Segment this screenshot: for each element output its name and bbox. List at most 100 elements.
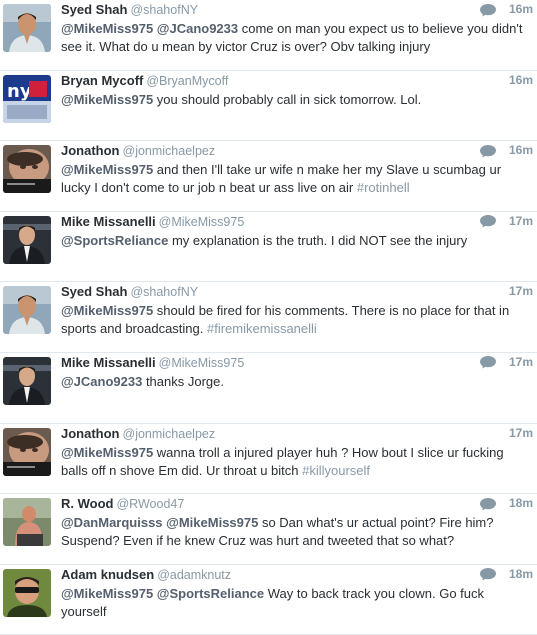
avatar[interactable] [3, 4, 51, 52]
timestamp[interactable]: 18m [509, 565, 533, 584]
mention-link[interactable]: @MikeMiss975 [61, 92, 153, 107]
author-name[interactable]: Jonathon [61, 426, 120, 441]
tweet-meta: 16m [509, 71, 533, 90]
avatar[interactable] [3, 427, 51, 476]
tweet-item[interactable]: Adam knudsen @adamknutz 18m @MikeMiss975 @… [0, 565, 537, 635]
author-handle[interactable]: @jonmichaelpez [123, 144, 216, 158]
hashtag-link[interactable]: #killyourself [302, 463, 370, 478]
tweet-text: @SportsReliance my explanation is the tr… [61, 232, 533, 250]
tweet-text: @MikeMiss975 wanna troll a injured playe… [61, 444, 533, 480]
avatar[interactable] [3, 215, 51, 264]
tweet-item[interactable]: Mike Missanelli @MikeMiss975 17m @JCano923… [0, 353, 537, 424]
timestamp[interactable]: 16m [509, 141, 533, 160]
author-name[interactable]: R. Wood [61, 496, 113, 511]
hashtag-link[interactable]: #firemikemissanelli [207, 321, 317, 336]
tweet-item[interactable]: Syed Shah @shahofNY 17m @MikeMiss975 should… [0, 282, 537, 353]
tweet-meta: 17m [479, 353, 533, 372]
mention-link[interactable]: @MikeMiss975 [61, 586, 153, 601]
mention-link[interactable]: @SportsReliance [157, 586, 264, 601]
tweet-content: Adam knudsen @adamknutz 18m @MikeMiss975 @… [61, 565, 533, 621]
timestamp[interactable]: 16m [509, 71, 533, 90]
mention-link[interactable]: @MikeMiss975 [166, 515, 258, 530]
tweet-item[interactable]: ny Bryan Mycoff @BryanMycoff 16m @MikeMiss9… [0, 71, 537, 142]
tweet-text: @MikeMiss975 should be fired for his com… [61, 302, 533, 338]
tweet-content: Bryan Mycoff @BryanMycoff 16m @MikeMiss975 … [61, 71, 533, 109]
tweet-text: @MikeMiss975 @JCano9233 come on man you … [61, 20, 533, 56]
avatar[interactable] [3, 356, 51, 405]
author-handle[interactable]: @MikeMiss975 [159, 215, 245, 229]
conversation-icon[interactable] [479, 214, 497, 228]
tweet-item[interactable]: Syed Shah @shahofNY 16m @MikeMiss975 @JCan… [0, 0, 537, 71]
conversation-icon[interactable] [479, 3, 497, 17]
tweet-content: R. Wood @RWood47 18m @DanMarquisss @MikeMi… [61, 494, 533, 550]
tweet-content: Mike Missanelli @MikeMiss975 17m @SportsRe… [61, 212, 533, 250]
tweet-content: Syed Shah @shahofNY 16m @MikeMiss975 @JCan… [61, 0, 533, 56]
tweet-header: Jonathon @jonmichaelpez 17m [61, 424, 533, 443]
avatar[interactable] [3, 498, 51, 547]
mention-link[interactable]: @DanMarquisss [61, 515, 163, 530]
tweet-header: Mike Missanelli @MikeMiss975 17m [61, 353, 533, 372]
timestamp[interactable]: 18m [509, 494, 533, 513]
tweet-item[interactable]: Jonathon @jonmichaelpez 16m @MikeMiss975 a… [0, 141, 537, 212]
tweet-header: Bryan Mycoff @BryanMycoff 16m [61, 71, 533, 90]
author-name[interactable]: Bryan Mycoff [61, 73, 143, 88]
tweet-item[interactable]: Jonathon @jonmichaelpez 17m @MikeMiss975 wa… [0, 424, 537, 495]
author-name[interactable]: Adam knudsen [61, 567, 154, 582]
tweet-item[interactable]: Mike Missanelli @MikeMiss975 17m @SportsRe… [0, 212, 537, 283]
mention-link[interactable]: @MikeMiss975 [61, 21, 153, 36]
mention-link[interactable]: @MikeMiss975 [61, 445, 153, 460]
tweet-content: Jonathon @jonmichaelpez 16m @MikeMiss975 a… [61, 141, 533, 197]
mention-link[interactable]: @SportsReliance [61, 233, 168, 248]
timestamp[interactable]: 17m [509, 212, 533, 231]
tweet-header: Syed Shah @shahofNY 17m [61, 282, 533, 301]
mention-link[interactable]: @JCano9233 [61, 374, 142, 389]
conversation-icon[interactable] [479, 144, 497, 158]
author-handle[interactable]: @jonmichaelpez [123, 427, 216, 441]
conversation-icon[interactable] [479, 567, 497, 581]
tweet-content: Mike Missanelli @MikeMiss975 17m @JCano923… [61, 353, 533, 391]
tweet-content: Jonathon @jonmichaelpez 17m @MikeMiss975 wa… [61, 424, 533, 480]
author-handle[interactable]: @RWood47 [116, 497, 184, 511]
avatar[interactable] [3, 145, 51, 194]
author-name[interactable]: Mike Missanelli [61, 355, 156, 370]
author-handle[interactable]: @BryanMycoff [146, 74, 228, 88]
tweet-header: Syed Shah @shahofNY 16m [61, 0, 533, 19]
text-segment: you should probably call in sick tomorro… [153, 91, 422, 107]
tweet-header: Jonathon @jonmichaelpez 16m [61, 141, 533, 160]
tweet-header: R. Wood @RWood47 18m [61, 494, 533, 513]
tweet-meta: 16m [479, 0, 533, 19]
conversation-icon[interactable] [479, 497, 497, 511]
tweet-item[interactable]: R. Wood @RWood47 18m @DanMarquisss @MikeMi… [0, 494, 537, 565]
author-name[interactable]: Syed Shah [61, 284, 127, 299]
author-handle[interactable]: @shahofNY [130, 3, 198, 17]
author-handle[interactable]: @shahofNY [130, 285, 198, 299]
timestamp[interactable]: 17m [509, 424, 533, 443]
author-name[interactable]: Syed Shah [61, 2, 127, 17]
author-name[interactable]: Mike Missanelli [61, 214, 156, 229]
hashtag-link[interactable]: #rotinhell [357, 180, 410, 195]
text-segment: my explanation is the truth. I did NOT s… [168, 232, 468, 248]
tweet-text: @MikeMiss975 and then I'll take ur wife … [61, 161, 533, 197]
mention-link[interactable]: @JCano9233 [157, 21, 238, 36]
avatar[interactable] [3, 286, 51, 335]
tweet-feed: Syed Shah @shahofNY 16m @MikeMiss975 @JCan… [0, 0, 537, 635]
mention-link[interactable]: @MikeMiss975 [61, 303, 153, 318]
timestamp[interactable]: 16m [509, 0, 533, 19]
avatar[interactable] [3, 568, 51, 617]
svg-text:ny: ny [7, 81, 32, 102]
tweet-text: @MikeMiss975 you should probably call in… [61, 91, 533, 109]
tweet-meta: 18m [479, 494, 533, 513]
tweet-meta: 17m [479, 212, 533, 231]
tweet-meta: 18m [479, 565, 533, 584]
timestamp[interactable]: 17m [509, 282, 533, 301]
conversation-icon[interactable] [479, 355, 497, 369]
author-name[interactable]: Jonathon [61, 143, 120, 158]
tweet-meta: 17m [509, 282, 533, 301]
tweet-meta: 16m [479, 141, 533, 160]
avatar[interactable]: ny [3, 74, 51, 123]
mention-link[interactable]: @MikeMiss975 [61, 162, 153, 177]
author-handle[interactable]: @adamknutz [157, 568, 231, 582]
timestamp[interactable]: 17m [509, 353, 533, 372]
author-handle[interactable]: @MikeMiss975 [159, 356, 245, 370]
tweet-header: Adam knudsen @adamknutz 18m [61, 565, 533, 584]
